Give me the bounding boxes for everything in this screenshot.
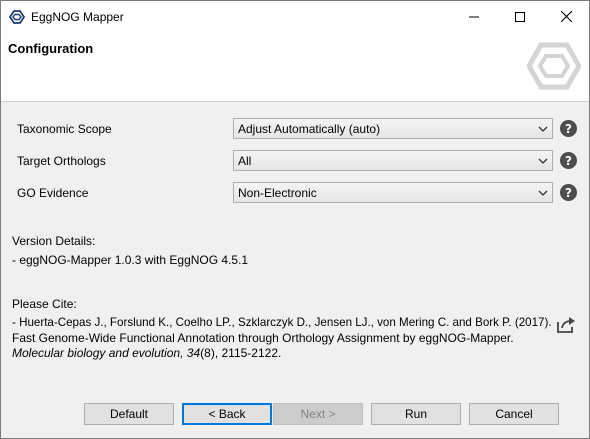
close-button[interactable]: [543, 1, 589, 32]
citation-journal: Molecular biology and evolution,: [12, 346, 184, 360]
target-orthologs-value: All: [238, 154, 252, 168]
hexagon-logo-icon: [527, 42, 581, 90]
go-evidence-help-icon[interactable]: ?: [560, 184, 577, 201]
minimize-button[interactable]: [451, 1, 497, 32]
back-button[interactable]: < Back: [182, 403, 272, 425]
title-bar[interactable]: EggNOG Mapper: [1, 1, 589, 32]
minimize-icon: [469, 16, 479, 17]
version-detail: - eggNOG-Mapper 1.0.3 with EggNOG 4.5.1: [12, 253, 249, 267]
citation-title: Fast Genome-Wide Functional Annotation t…: [12, 331, 514, 345]
app-icon: [9, 10, 25, 24]
next-button[interactable]: Next >: [273, 403, 363, 425]
taxonomic-scope-help-icon[interactable]: ?: [560, 120, 577, 137]
chevron-down-icon: [538, 190, 548, 196]
close-icon: [560, 11, 572, 22]
page-title: Configuration: [8, 41, 94, 56]
target-orthologs-select[interactable]: All: [233, 150, 553, 171]
target-orthologs-label: Target Orthologs: [17, 154, 106, 168]
taxonomic-scope-value: Adjust Automatically (auto): [238, 122, 381, 136]
window-title: EggNOG Mapper: [31, 10, 124, 24]
citation-heading: Please Cite:: [12, 297, 77, 311]
go-evidence-value: Non-Electronic: [238, 186, 317, 200]
run-button[interactable]: Run: [371, 403, 461, 425]
chevron-down-icon: [538, 126, 548, 132]
citation-pages: (8), 2115-2122.: [200, 346, 282, 360]
version-heading: Version Details:: [12, 234, 96, 248]
go-evidence-label: GO Evidence: [17, 186, 89, 200]
maximize-icon: [515, 11, 525, 22]
default-button[interactable]: Default: [84, 403, 174, 425]
wizard-header: Configuration: [1, 32, 589, 102]
taxonomic-scope-label: Taxonomic Scope: [17, 122, 112, 136]
share-export-icon[interactable]: [556, 316, 576, 334]
cancel-button[interactable]: Cancel: [469, 403, 559, 425]
target-orthologs-help-icon[interactable]: ?: [560, 152, 577, 169]
chevron-down-icon: [538, 158, 548, 164]
go-evidence-select[interactable]: Non-Electronic: [233, 182, 553, 203]
citation-volume: 34: [186, 346, 201, 360]
citation-journal-line: Molecular biology and evolution, 34(8), …: [12, 346, 281, 360]
taxonomic-scope-select[interactable]: Adjust Automatically (auto): [233, 118, 553, 139]
maximize-button[interactable]: [497, 1, 543, 32]
citation-authors: - Huerta-Cepas J., Forslund K., Coelho L…: [12, 316, 552, 329]
eggnog-mapper-window: EggNOG Mapper Configuration Taxonomic Sc…: [0, 0, 590, 439]
